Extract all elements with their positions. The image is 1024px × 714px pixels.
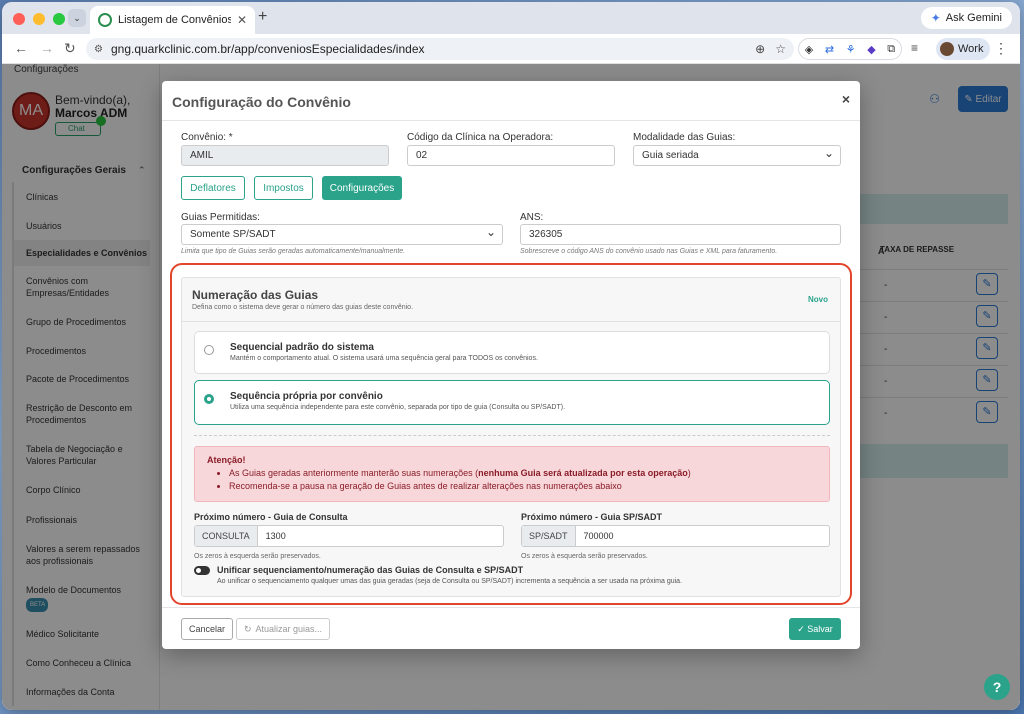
profile-button[interactable]: Work: [936, 38, 990, 60]
ans-hint: Sobrescreve o código ANS do convênio usa…: [520, 248, 778, 255]
unificar-toggle[interactable]: [194, 566, 210, 575]
forward-arrow-icon[interactable]: →: [40, 40, 54, 56]
sadt-number-input-group[interactable]: SP/SADT 700000: [521, 525, 830, 547]
salvar-button[interactable]: ✓ Salvar: [789, 618, 841, 640]
consulta-hint: Os zeros à esquerda serão preservados.: [194, 553, 321, 560]
extensions-puzzle-icon[interactable]: ⧉: [887, 43, 895, 56]
option-description: Mantém o comportamento atual. O sistema …: [230, 355, 538, 362]
back-arrow-icon[interactable]: ←: [14, 40, 28, 56]
atualizar-guias-button[interactable]: ↻ Atualizar guias...: [236, 618, 330, 640]
ans-input[interactable]: 326305: [520, 224, 841, 245]
check-icon: ✓: [797, 623, 808, 634]
option-title: Sequência própria por convênio: [230, 391, 383, 402]
config-modal: Configuração do Convênio × Convênio: * A…: [162, 81, 860, 649]
alert-list: As Guias geradas anteriormente manterão …: [219, 468, 691, 494]
maximize-window-button[interactable]: [53, 13, 65, 25]
alert-title: Atenção!: [207, 455, 246, 465]
modal-footer: Cancelar ↻ Atualizar guias... ✓ Salvar: [162, 607, 860, 649]
option-description: Utiliza uma sequência independente para …: [230, 404, 566, 411]
ask-gemini-button[interactable]: ✦ Ask Gemini: [920, 7, 1012, 29]
numeracao-guias-card: Numeração das Guias Defina como o sistem…: [181, 277, 841, 597]
unificar-toggle-description: Ao unificar o sequenciamento qualquer um…: [217, 578, 682, 585]
extension-tree-icon[interactable]: ⚘: [846, 43, 856, 56]
bookmark-star-icon[interactable]: ☆: [775, 42, 786, 56]
modalidade-select[interactable]: Guia seriada: [633, 144, 841, 166]
radio-sequencial-padrao[interactable]: [204, 345, 214, 355]
reload-icon[interactable]: ↻: [64, 40, 76, 57]
consulta-number-input-group[interactable]: CONSULTA 1300: [194, 525, 504, 547]
novo-badge: Novo: [808, 295, 828, 304]
extension-diamond-icon[interactable]: ◈: [805, 43, 813, 56]
gemini-sparkle-icon: ✦: [930, 11, 941, 25]
address-bar[interactable]: ⚙ gng.quarkclinic.com.br/app/conveniosEs…: [86, 38, 794, 60]
ask-gemini-label: Ask Gemini: [945, 12, 1002, 24]
cancelar-button[interactable]: Cancelar: [181, 618, 233, 640]
browser-toolbar: ← → ↻ ⚙ gng.quarkclinic.com.br/app/conve…: [2, 34, 1020, 64]
deflatores-button[interactable]: Deflatores: [181, 176, 245, 200]
configuracoes-button[interactable]: Configurações: [322, 176, 402, 200]
codigo-clinica-input[interactable]: 02: [407, 145, 615, 166]
radio-sequencia-propria[interactable]: [204, 394, 214, 404]
impostos-button[interactable]: Impostos: [254, 176, 313, 200]
site-favicon-icon: [98, 13, 112, 27]
close-window-button[interactable]: [13, 13, 25, 25]
card-subtitle: Defina como o sistema deve gerar o númer…: [192, 304, 414, 311]
window-controls: [13, 13, 65, 25]
convenio-label: Convênio: *: [181, 132, 233, 143]
option-title: Sequencial padrão do sistema: [230, 342, 374, 353]
site-info-icon[interactable]: ⚙: [94, 44, 103, 55]
profile-label: Work: [958, 43, 984, 55]
warning-alert: Atenção! As Guias geradas anteriormente …: [194, 446, 830, 502]
tab-close-icon[interactable]: ✕: [237, 13, 247, 27]
convenio-field: AMIL: [181, 145, 389, 166]
consulta-number-label: Próximo número - Guia de Consulta: [194, 512, 348, 522]
consulta-number-input[interactable]: 1300: [258, 526, 294, 546]
profile-avatar: [940, 42, 954, 56]
guias-permitidas-hint: Limita que tipo de Guias serão geradas a…: [181, 248, 406, 255]
option-sequencial-padrao[interactable]: Sequencial padrão do sistema Mantém o co…: [194, 331, 830, 374]
tab-search-chevron-icon[interactable]: ⌄: [68, 9, 86, 27]
guias-permitidas-label: Guias Permitidas:: [181, 212, 260, 223]
modal-header: Configuração do Convênio ×: [162, 81, 860, 121]
new-tab-plus-icon[interactable]: +: [258, 8, 267, 26]
card-header: Numeração das Guias Defina como o sistem…: [182, 278, 840, 322]
card-title: Numeração das Guias: [192, 288, 319, 302]
refresh-icon: ↻: [243, 623, 252, 634]
browser-menu-kebab-icon[interactable]: ⋮: [994, 40, 1008, 57]
help-question-icon[interactable]: ?: [984, 674, 1010, 700]
url-text[interactable]: gng.quarkclinic.com.br/app/conveniosEspe…: [111, 42, 747, 56]
consulta-prefix: CONSULTA: [195, 526, 258, 546]
alert-item: As Guias geradas anteriormente manterão …: [229, 468, 691, 478]
guias-permitidas-select[interactable]: Somente SP/SADT: [181, 223, 503, 245]
extension-arrows-icon[interactable]: ⇄: [825, 43, 834, 56]
alert-item: Recomenda-se a pausa na geração de Guias…: [229, 481, 691, 491]
sadt-number-label: Próximo número - Guia SP/SADT: [521, 512, 663, 522]
codigo-clinica-label: Código da Clínica na Operadora:: [407, 132, 554, 143]
sadt-hint: Os zeros à esquerda serão preservados.: [521, 553, 648, 560]
unificar-toggle-label[interactable]: Unificar sequenciamento/numeração das Gu…: [217, 565, 523, 575]
reading-list-icon[interactable]: ≡: [911, 41, 918, 55]
tab-title: Listagem de Convênios e Esp: [118, 14, 231, 26]
modal-title: Configuração do Convênio: [172, 94, 351, 110]
sadt-number-input[interactable]: 700000: [576, 526, 622, 546]
extension-purple-diamond-icon[interactable]: ◆: [867, 43, 875, 56]
modalidade-label: Modalidade das Guias:: [633, 132, 736, 143]
extensions-group: ◈ ⇄ ⚘ ◆ ⧉: [798, 38, 902, 60]
tab-strip: ⌄ Listagem de Convênios e Esp ✕ + ✦ Ask …: [2, 2, 1020, 34]
zoom-icon[interactable]: ⊕: [755, 42, 765, 56]
sadt-prefix: SP/SADT: [522, 526, 576, 546]
dashed-divider: [194, 435, 830, 436]
ans-label: ANS:: [520, 212, 544, 223]
minimize-window-button[interactable]: [33, 13, 45, 25]
browser-tab[interactable]: Listagem de Convênios e Esp ✕: [90, 6, 255, 34]
option-sequencia-propria[interactable]: Sequência própria por convênio Utiliza u…: [194, 380, 830, 425]
modal-close-icon[interactable]: ×: [842, 91, 850, 107]
